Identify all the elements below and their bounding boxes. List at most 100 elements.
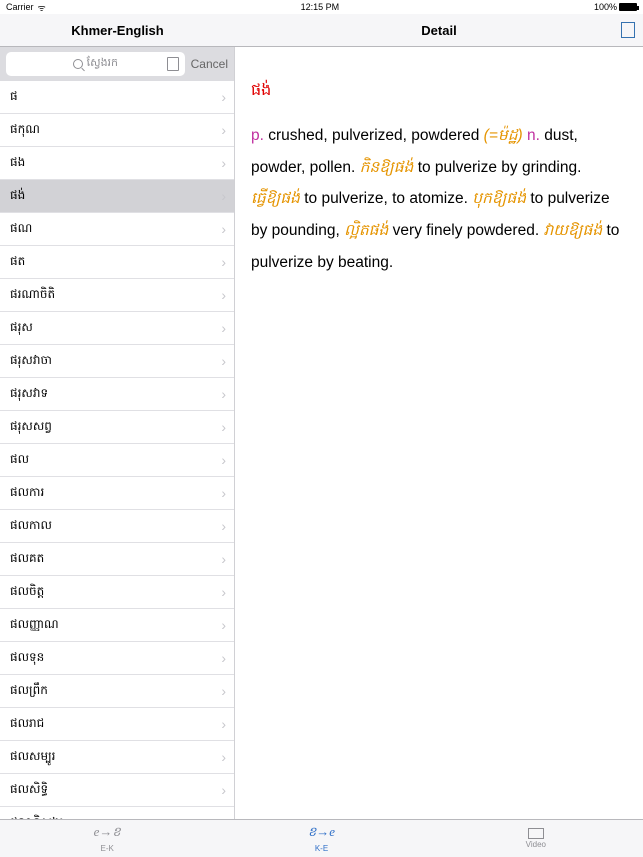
list-item[interactable]: ផរុសសព្វ › — [0, 411, 234, 444]
tab-label: K-E — [315, 844, 328, 853]
search-bar: ស្វែងរក Cancel — [0, 47, 234, 81]
battery-icon — [619, 3, 637, 11]
list-item[interactable]: ផកុណ› — [0, 114, 234, 147]
pos-tag: p. — [251, 127, 264, 144]
list-item[interactable]: ផរណាចិតិ› — [0, 279, 234, 312]
list-item[interactable]: ផលគត › — [0, 543, 234, 576]
list-item[interactable]: ផង › — [0, 147, 234, 180]
list-item[interactable]: ផលការ › — [0, 477, 234, 510]
list-item[interactable]: ផលព្រឹក › — [0, 675, 234, 708]
list-item-label: ផលចិត្ត — [10, 583, 44, 601]
list-item[interactable]: ផលទុន› — [0, 642, 234, 675]
list-item-label: ផរណាចិតិ — [10, 286, 55, 304]
nav-title-left: Khmer-English — [0, 14, 235, 46]
pos-tag: n. — [523, 127, 540, 144]
chevron-right-icon: › — [221, 452, 226, 468]
list-item-label: ផលកាល — [10, 517, 52, 535]
chevron-right-icon: › — [221, 749, 226, 765]
chevron-right-icon: › — [221, 89, 226, 105]
word-list: ផ›ផកុណ›ផង›ផង់›ផណ›ផត›ផរណាចិតិ›ផរុស›ផរុសវា… — [0, 81, 234, 819]
status-time: 12:15 PM — [46, 2, 594, 12]
list-item[interactable]: ផរុស › — [0, 312, 234, 345]
video-icon — [528, 828, 544, 839]
carrier-text: Carrier — [6, 2, 34, 12]
list-item-label: ផរុស — [10, 319, 33, 337]
list-item[interactable]: ផលកាល › — [0, 510, 234, 543]
list-item-label: ផលព្រឹក — [10, 682, 48, 700]
list-item-label: ផកុណ — [10, 121, 40, 139]
list-item[interactable]: ផ› — [0, 81, 234, 114]
list-item[interactable]: ផលរាជ › — [0, 708, 234, 741]
tab-ke[interactable]: ខ→e K-E — [214, 820, 428, 857]
list-item[interactable]: ផរុសវាទ › — [0, 378, 234, 411]
list-item[interactable]: ផលចិត្ត › — [0, 576, 234, 609]
sidebar: ស្វែងរក Cancel ផ›ផកុណ›ផង›ផង់›ផណ›ផត›ផរណាច… — [0, 47, 235, 819]
chevron-right-icon: › — [221, 320, 226, 336]
chevron-right-icon: › — [221, 419, 226, 435]
list-item-label: ផលការ — [10, 484, 44, 502]
list-item-label: ផលញ្ញាណ — [10, 616, 59, 634]
list-item-label: ផង — [10, 154, 25, 172]
chevron-right-icon: › — [221, 782, 226, 798]
chevron-right-icon: › — [221, 254, 226, 270]
list-item[interactable]: ផលញ្ញាណ› — [0, 609, 234, 642]
tab-bar: e→ខ E-K ខ→e K-E Video — [0, 819, 643, 857]
definition-text: to pulverize by grinding. — [413, 159, 581, 176]
bookmark-icon[interactable] — [621, 22, 635, 38]
tab-label: Video — [526, 840, 546, 849]
definition-text: crushed, pulverized, powdered — [264, 127, 484, 144]
list-item[interactable]: ផង់ › — [0, 180, 234, 213]
wifi-icon: ᯤ — [38, 1, 46, 14]
list-item[interactable]: ផលសម្បូរ› — [0, 741, 234, 774]
search-icon — [73, 59, 83, 69]
khmer-example: ធ្វើឱ្យផង់ — [251, 190, 300, 207]
chevron-right-icon: › — [221, 716, 226, 732]
headword: ផង់ — [251, 75, 627, 108]
khmer-example: ល្អិតផង់ — [344, 222, 388, 239]
chevron-right-icon: › — [221, 485, 226, 501]
list-item-label: ផលរាជ — [10, 715, 44, 733]
tab-icon: e→ខ — [94, 824, 121, 843]
list-item-label: ផណ — [10, 220, 32, 238]
list-item[interactable]: ផល › — [0, 444, 234, 477]
nav-title-right: Detail — [421, 23, 456, 38]
detail-pane: ផង់ p. crushed, pulverized, powdered (=ម… — [235, 47, 643, 819]
chevron-right-icon: › — [221, 518, 226, 534]
list-item[interactable]: ផណ › — [0, 213, 234, 246]
book-icon — [167, 57, 179, 71]
list-item-label: ផលទុន — [10, 649, 44, 667]
search-input[interactable]: ស្វែងរក — [6, 52, 185, 76]
list-item-label: ផរុសសព្វ — [10, 418, 52, 436]
list-item-label: ផរុសវាចា — [10, 352, 52, 370]
chevron-right-icon: › — [221, 683, 226, 699]
tab-ek[interactable]: e→ខ E-K — [0, 820, 214, 857]
list-item-label: ផលគត — [10, 550, 44, 568]
list-item-label: ផ — [10, 88, 18, 106]
chevron-right-icon: › — [221, 221, 226, 237]
list-item-label: ផល — [10, 451, 29, 469]
cancel-button[interactable]: Cancel — [191, 57, 228, 71]
list-item[interactable]: ផលសិទ្ធិ › — [0, 774, 234, 807]
tab-icon: ខ→e — [308, 824, 335, 843]
tab-video[interactable]: Video — [429, 820, 643, 857]
list-item-label: ផង់ — [10, 187, 25, 205]
khmer-example: វាយឱ្យផង់ — [543, 222, 602, 239]
list-item[interactable]: ផលានិសង្ស› — [0, 807, 234, 819]
chevron-right-icon: › — [221, 353, 226, 369]
chevron-right-icon: › — [221, 584, 226, 600]
chevron-right-icon: › — [221, 386, 226, 402]
chevron-right-icon: › — [221, 551, 226, 567]
definition-text: to pulverize, to atomize. — [300, 190, 472, 207]
chevron-right-icon: › — [221, 188, 226, 204]
khmer-example: កិនឱ្យផង់ — [360, 159, 414, 176]
list-item-label: ផរុសវាទ — [10, 385, 48, 403]
search-placeholder: ស្វែងរក — [87, 56, 118, 72]
list-item[interactable]: ផត › — [0, 246, 234, 279]
list-item-label: ផលសិទ្ធិ — [10, 781, 48, 799]
chevron-right-icon: › — [221, 155, 226, 171]
nav-bar: Khmer-English Detail — [0, 14, 643, 47]
list-item[interactable]: ផរុសវាចា › — [0, 345, 234, 378]
list-item-label: ផត — [10, 253, 25, 271]
tab-label: E-K — [100, 844, 113, 853]
equiv-text: (=ម៉ដ្ឋ) — [484, 127, 523, 144]
